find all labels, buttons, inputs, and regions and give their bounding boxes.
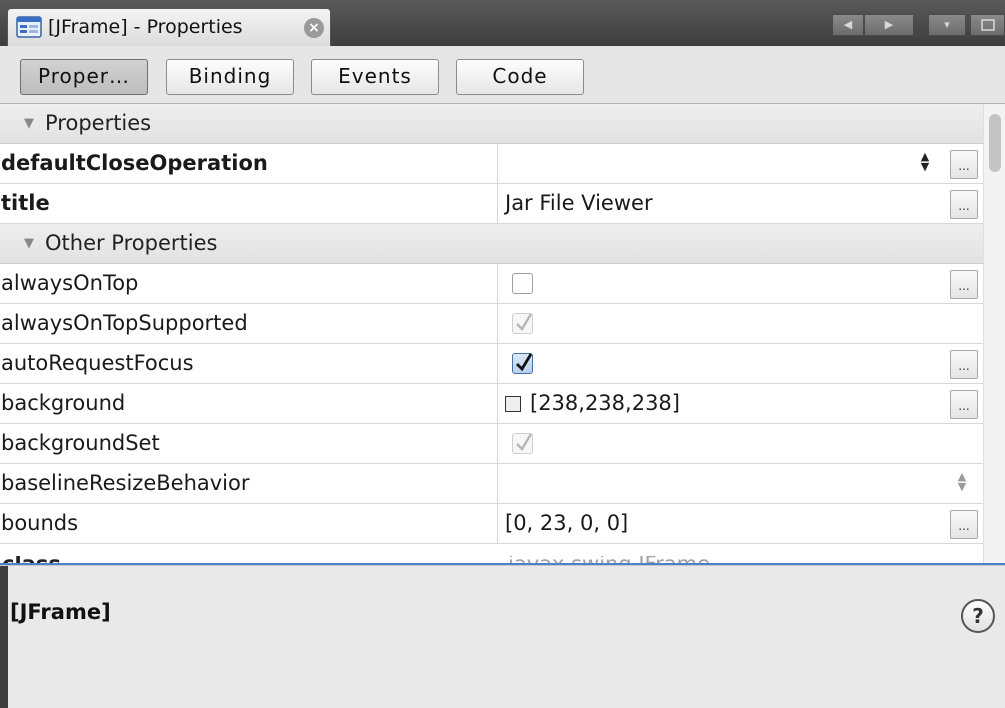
chevron-down-icon: ▾ xyxy=(944,18,950,31)
edit-ellipsis-button[interactable]: ... xyxy=(950,190,978,219)
expand-caret-icon: ▼ xyxy=(24,116,34,131)
value-checkbox xyxy=(512,313,533,334)
value-checkbox[interactable] xyxy=(512,353,533,374)
property-row-autoRequestFocus[interactable]: autoRequestFocus ... xyxy=(0,344,983,384)
edit-ellipsis-button[interactable]: ... xyxy=(950,390,978,419)
combo-stepper-icon[interactable]: ▲ ▼ xyxy=(955,471,969,494)
checkmark-icon xyxy=(516,313,533,331)
checkmark-icon xyxy=(516,353,533,372)
window-titlebar: [JFrame] - Properties × ◀ ▶ ▾ xyxy=(0,0,1005,46)
checkmark-icon xyxy=(516,433,533,451)
color-swatch xyxy=(505,396,521,412)
property-row-bounds[interactable]: bounds [0, 23, 0, 0] ... xyxy=(0,504,983,544)
category-label: Other Properties xyxy=(45,231,218,255)
tab-list-dropdown-button[interactable]: ▾ xyxy=(928,14,966,36)
chevron-right-icon: ▶ xyxy=(884,18,894,31)
property-name: background xyxy=(0,384,498,423)
property-value[interactable]: [238,238,238] xyxy=(530,384,680,423)
property-value[interactable]: [0, 23, 0, 0] xyxy=(505,504,628,543)
property-mode-toolbar: Proper… Binding Events Code xyxy=(0,46,1005,104)
close-icon[interactable]: × xyxy=(304,18,324,38)
value-checkbox[interactable] xyxy=(512,273,533,294)
property-row-baselineResizeBehavior[interactable]: baselineResizeBehavior ▲ ▼ xyxy=(0,464,983,504)
category-other-properties[interactable]: ▼ Other Properties xyxy=(0,224,983,264)
restore-window-icon xyxy=(980,19,995,34)
property-name: autoRequestFocus xyxy=(0,344,498,383)
property-row-title[interactable]: title Jar File Viewer ... xyxy=(0,184,983,224)
panel-edge xyxy=(0,566,8,708)
jframe-form-icon xyxy=(16,15,42,39)
restore-window-button[interactable] xyxy=(970,14,1005,36)
edit-ellipsis-button[interactable]: ... xyxy=(950,150,978,179)
tab-code[interactable]: Code xyxy=(456,59,584,95)
tab-events[interactable]: Events xyxy=(311,59,439,95)
description-title: [JFrame] xyxy=(10,600,111,624)
value-checkbox xyxy=(512,433,533,454)
combo-stepper-icon[interactable]: ▲ ▼ xyxy=(918,151,932,174)
category-label: Properties xyxy=(45,111,152,135)
property-row-alwaysOnTopSupported: alwaysOnTopSupported xyxy=(0,304,983,344)
expand-caret-icon: ▼ xyxy=(24,236,34,251)
property-sheet: ▼ Properties defaultCloseOperation ▲ ▼ ..… xyxy=(0,104,1005,564)
property-row-background[interactable]: background [238,238,238] ... xyxy=(0,384,983,424)
category-properties[interactable]: ▼ Properties xyxy=(0,104,983,144)
help-icon[interactable]: ? xyxy=(961,599,995,633)
edit-ellipsis-button[interactable]: ... xyxy=(950,270,978,299)
property-row-alwaysOnTop[interactable]: alwaysOnTop ... xyxy=(0,264,983,304)
property-row-defaultCloseOperation[interactable]: defaultCloseOperation ▲ ▼ ... xyxy=(0,144,983,184)
property-name: alwaysOnTop xyxy=(0,264,498,303)
chevron-left-icon: ◀ xyxy=(843,18,853,31)
property-name: alwaysOnTopSupported xyxy=(0,304,498,343)
properties-tab[interactable]: [JFrame] - Properties × xyxy=(7,8,331,46)
tab-properties[interactable]: Proper… xyxy=(20,59,148,95)
property-name: backgroundSet xyxy=(0,424,498,463)
vertical-scrollbar[interactable] xyxy=(983,104,1005,564)
scrollbar-thumb[interactable] xyxy=(989,114,1001,172)
description-panel: [JFrame] ? xyxy=(0,565,1005,708)
property-name: bounds xyxy=(0,504,498,543)
edit-ellipsis-button[interactable]: ... xyxy=(950,350,978,379)
property-row-backgroundSet: backgroundSet xyxy=(0,424,983,464)
tab-binding[interactable]: Binding xyxy=(166,59,294,95)
scroll-tabs-left-button[interactable]: ◀ xyxy=(832,14,864,36)
scroll-tabs-right-button[interactable]: ▶ xyxy=(864,14,914,36)
property-name: title xyxy=(0,184,498,223)
tab-title: [JFrame] - Properties xyxy=(48,16,243,38)
property-name: baselineResizeBehavior xyxy=(0,464,498,503)
property-value[interactable]: Jar File Viewer xyxy=(505,184,653,223)
edit-ellipsis-button[interactable]: ... xyxy=(950,510,978,539)
property-name: defaultCloseOperation xyxy=(0,144,498,183)
